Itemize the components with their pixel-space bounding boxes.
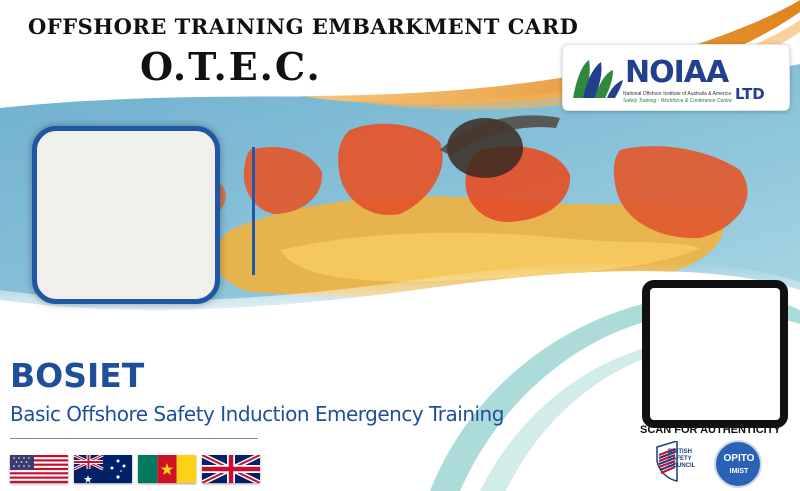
opito-subtext: IMIST: [729, 468, 749, 475]
uk-flag-icon: [202, 455, 260, 483]
course-code: BOSIET: [10, 356, 145, 395]
usa-flag-icon: [10, 455, 68, 483]
course-full-name: Basic Offshore Safety Induction Emergenc…: [10, 402, 504, 426]
training-card: OFFSHORE TRAINING EMBARKMENT CARD O.T.E.…: [0, 0, 800, 491]
opito-logo-icon: [714, 440, 762, 488]
cameroon-flag-icon: [138, 455, 196, 483]
qr-code-frame[interactable]: [642, 280, 788, 428]
card-title: OFFSHORE TRAINING EMBARKMENT CARD: [28, 14, 579, 39]
holder-photo-frame: [32, 126, 220, 304]
scan-for-authenticity-label: SCAN FOR AUTHENTICITY: [640, 424, 781, 436]
logo-suffix: LTD: [735, 85, 765, 103]
card-abbreviation: O.T.E.C.: [140, 44, 322, 89]
photo-divider-line: [252, 147, 255, 275]
course-divider: [10, 438, 258, 439]
institution-logo: NOIAA LTD National Offshore Institute of…: [562, 44, 790, 111]
logo-name: NOIAA: [625, 55, 729, 90]
australia-flag-icon: [74, 455, 132, 483]
logo-subtitle: National Offshore Institute of Australia…: [623, 91, 732, 97]
logo-tagline: Safety Training · Workforce & Conference…: [623, 98, 732, 104]
british-safety-council-text: BRITISH SAFETY COUNCIL: [668, 449, 696, 469]
opito-name: OPITO: [723, 453, 755, 464]
noiaa-wave-icon: [573, 60, 623, 98]
